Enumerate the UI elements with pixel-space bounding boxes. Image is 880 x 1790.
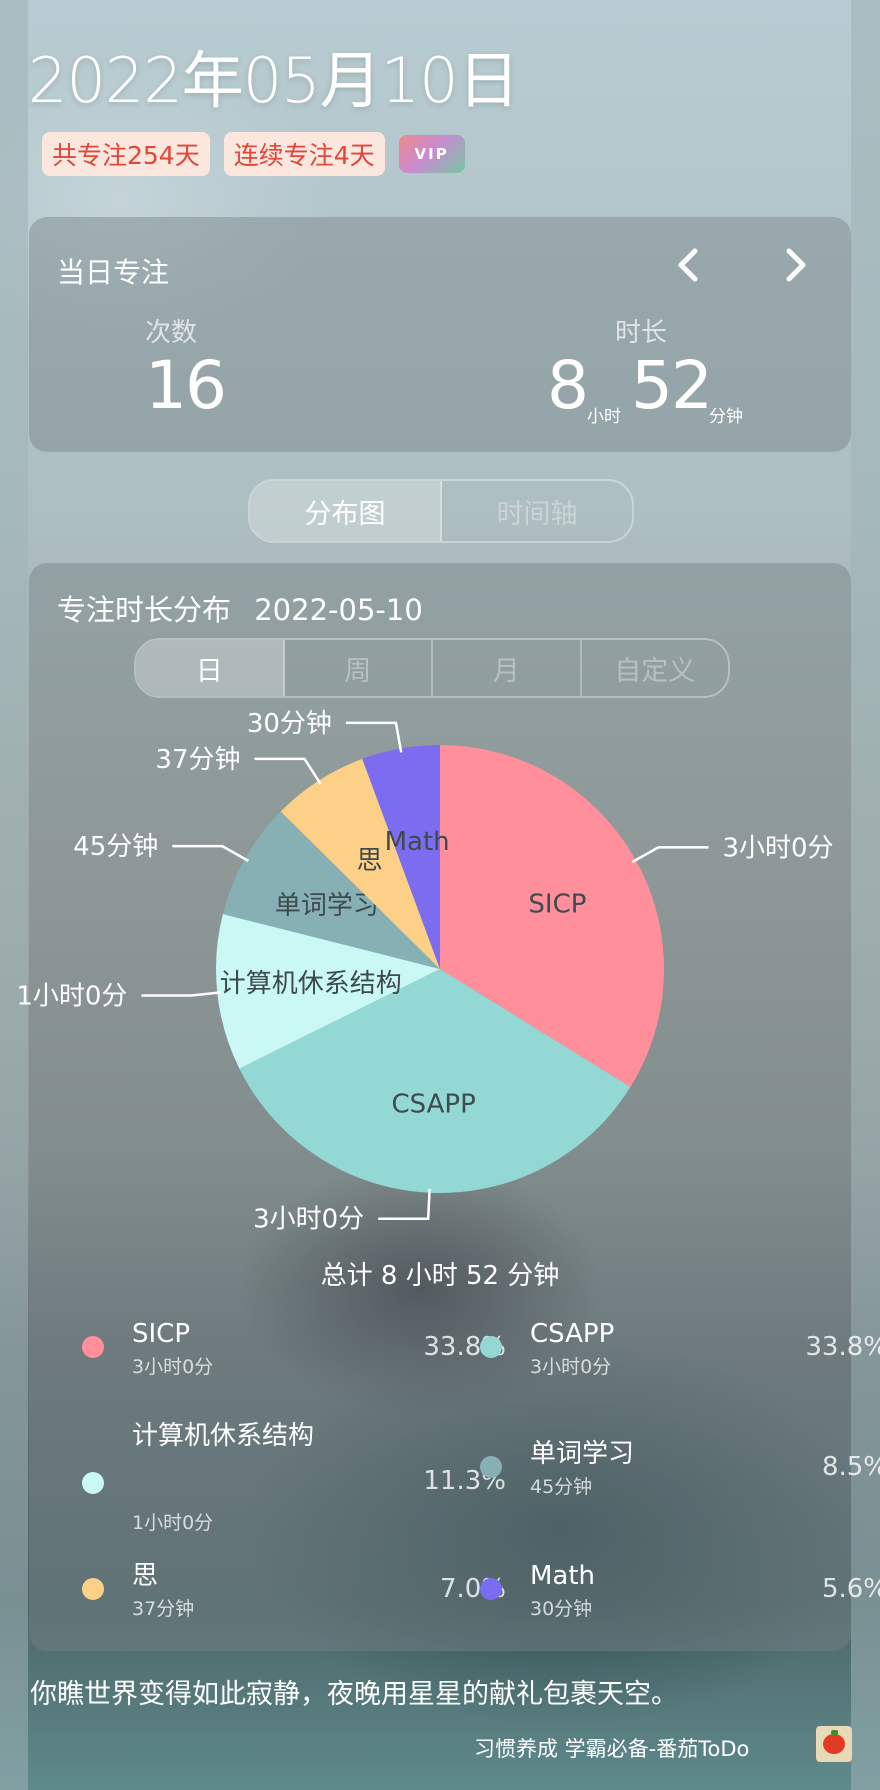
distribution-title-text: 专注时长分布 xyxy=(57,593,232,627)
legend-duration: 1小时0分 xyxy=(132,1512,214,1534)
right-gutter xyxy=(851,0,880,1790)
legend-duration: 30分钟 xyxy=(530,1598,593,1620)
tab-custom[interactable]: 自定义 xyxy=(582,640,729,696)
total-days-badge: 共专注254天 xyxy=(42,132,210,176)
legend-duration: 45分钟 xyxy=(530,1476,593,1498)
app-logo xyxy=(816,1726,852,1762)
hours-unit: 小时 xyxy=(587,407,621,427)
legend-duration: 3小时0分 xyxy=(530,1356,612,1378)
legend-color-dot xyxy=(82,1336,104,1358)
legend-name: 思 xyxy=(132,1561,159,1591)
legend-item[interactable]: 思 37分钟 7.0% xyxy=(82,1560,506,1650)
legend-item[interactable]: Math 30分钟 5.6% xyxy=(480,1560,880,1650)
tab-timeline[interactable]: 时间轴 xyxy=(442,481,632,541)
legend-item[interactable]: SICP 3小时0分 33.8% xyxy=(82,1318,506,1408)
duration-label: 时长 xyxy=(615,318,668,348)
distribution-date: 2022-05-10 xyxy=(254,593,423,627)
legend-color-dot xyxy=(82,1578,104,1600)
tab-distribution[interactable]: 分布图 xyxy=(250,481,442,541)
quote-text: 你瞧世界变得如此寂静，夜晚用星星的献礼包裹天空。 xyxy=(30,1679,678,1710)
legend-color-dot xyxy=(480,1456,502,1478)
hours-value: 8 xyxy=(547,347,589,424)
minutes-value: 52 xyxy=(631,347,713,424)
view-segment: 分布图 时间轴 xyxy=(248,479,634,543)
legend-color-dot xyxy=(82,1472,104,1494)
vip-badge[interactable]: VIP xyxy=(398,135,465,173)
count-label: 次数 xyxy=(145,318,198,348)
legend-name: SICP xyxy=(132,1319,191,1349)
chevron-right-icon[interactable] xyxy=(775,243,815,287)
range-segment: 日 周 月 自定义 xyxy=(134,638,730,698)
legend-duration: 3小时0分 xyxy=(132,1356,214,1378)
legend-percent: 5.6% xyxy=(821,1574,880,1604)
tab-week[interactable]: 周 xyxy=(285,640,433,696)
left-gutter xyxy=(0,0,28,1790)
chevron-left-icon[interactable] xyxy=(669,243,709,287)
streak-badge: 连续专注4天 xyxy=(223,132,385,176)
badge-row: 共专注254天 连续专注4天 VIP xyxy=(42,132,465,176)
date-title: 2022年05月10日 xyxy=(28,44,520,117)
legend-name: 计算机休系结构 xyxy=(132,1421,315,1451)
tomato-icon xyxy=(823,1730,845,1754)
tab-day[interactable]: 日 xyxy=(136,640,285,696)
distribution-title: 专注时长分布 2022-05-10 xyxy=(57,587,423,629)
legend-item[interactable]: CSAPP 3小时0分 33.8% xyxy=(480,1318,880,1408)
legend-name: CSAPP xyxy=(530,1319,615,1349)
card-title: 当日专注 xyxy=(57,256,170,289)
total-duration: 总计 8 小时 52 分钟 xyxy=(320,1261,560,1291)
legend-percent: 8.5% xyxy=(821,1452,880,1482)
count-value: 16 xyxy=(145,347,227,424)
legend-duration: 37分钟 xyxy=(132,1598,195,1620)
tab-month[interactable]: 月 xyxy=(433,640,582,696)
legend-name: 单词学习 xyxy=(530,1439,635,1469)
legend-color-dot xyxy=(480,1336,502,1358)
legend-item[interactable]: 计算机休系结构 1小时0分 11.3% xyxy=(82,1421,506,1534)
daily-focus-card: 当日专注 次数 16 时长 8 小时 52 分钟 xyxy=(29,217,851,452)
legend-item[interactable]: 单词学习 45分钟 8.5% xyxy=(480,1438,880,1528)
legend-name: Math xyxy=(530,1561,596,1591)
legend-color-dot xyxy=(480,1578,502,1600)
minutes-unit: 分钟 xyxy=(709,407,743,427)
footer-text: 习惯养成 学霸必备-番茄ToDo xyxy=(474,1737,750,1761)
legend-percent: 33.8% xyxy=(805,1332,880,1362)
